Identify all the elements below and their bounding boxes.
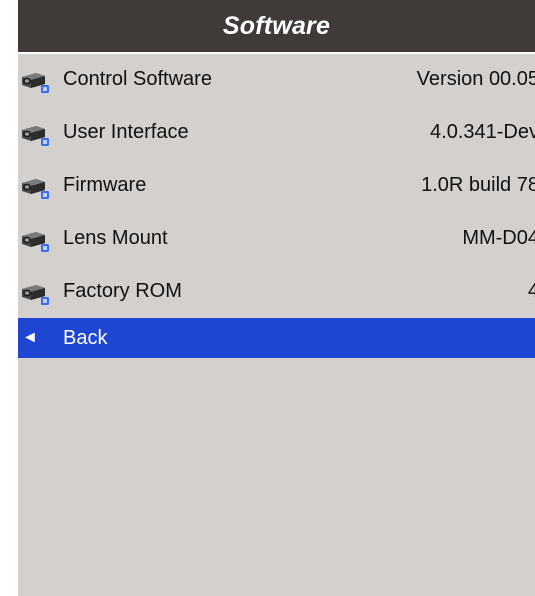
- item-label: Factory ROM: [63, 280, 182, 302]
- back-label: Back: [63, 327, 108, 349]
- item-label: User Interface: [63, 121, 189, 143]
- page-title: Software: [222, 11, 331, 40]
- projector-icon: [22, 285, 49, 305]
- item-value: MM-D04: [462, 227, 535, 249]
- item-label: Firmware: [63, 174, 147, 196]
- list-item-user-interface[interactable]: User Interface 4.0.341-Dev: [18, 107, 535, 160]
- item-label: Lens Mount: [63, 227, 168, 249]
- list-item-factory-rom[interactable]: Factory ROM 4: [18, 266, 535, 319]
- back-arrow-icon: ◄: [22, 329, 38, 346]
- title-bar: Software: [18, 0, 535, 52]
- projector-icon: [22, 179, 49, 199]
- list-item-control-software[interactable]: Control Software Version 00.05: [18, 54, 535, 107]
- item-value: Version 00.05: [416, 68, 535, 90]
- item-label: Control Software: [63, 68, 212, 90]
- item-value: 4.0.341-Dev: [430, 121, 535, 143]
- projector-icon: [22, 73, 49, 93]
- list-item-firmware[interactable]: Firmware 1.0R build 78: [18, 160, 535, 213]
- back-button[interactable]: ◄ Back: [18, 318, 535, 358]
- software-menu-panel: Software Control Software Version 00.05: [18, 0, 535, 596]
- item-value: 1.0R build 78: [421, 174, 535, 196]
- projector-icon: [22, 232, 49, 252]
- projector-icon: [22, 126, 49, 146]
- item-value: 4: [527, 280, 535, 302]
- list-item-lens-mount[interactable]: Lens Mount MM-D04: [18, 213, 535, 266]
- software-info-list: Control Software Version 00.05 User Inte…: [18, 54, 535, 319]
